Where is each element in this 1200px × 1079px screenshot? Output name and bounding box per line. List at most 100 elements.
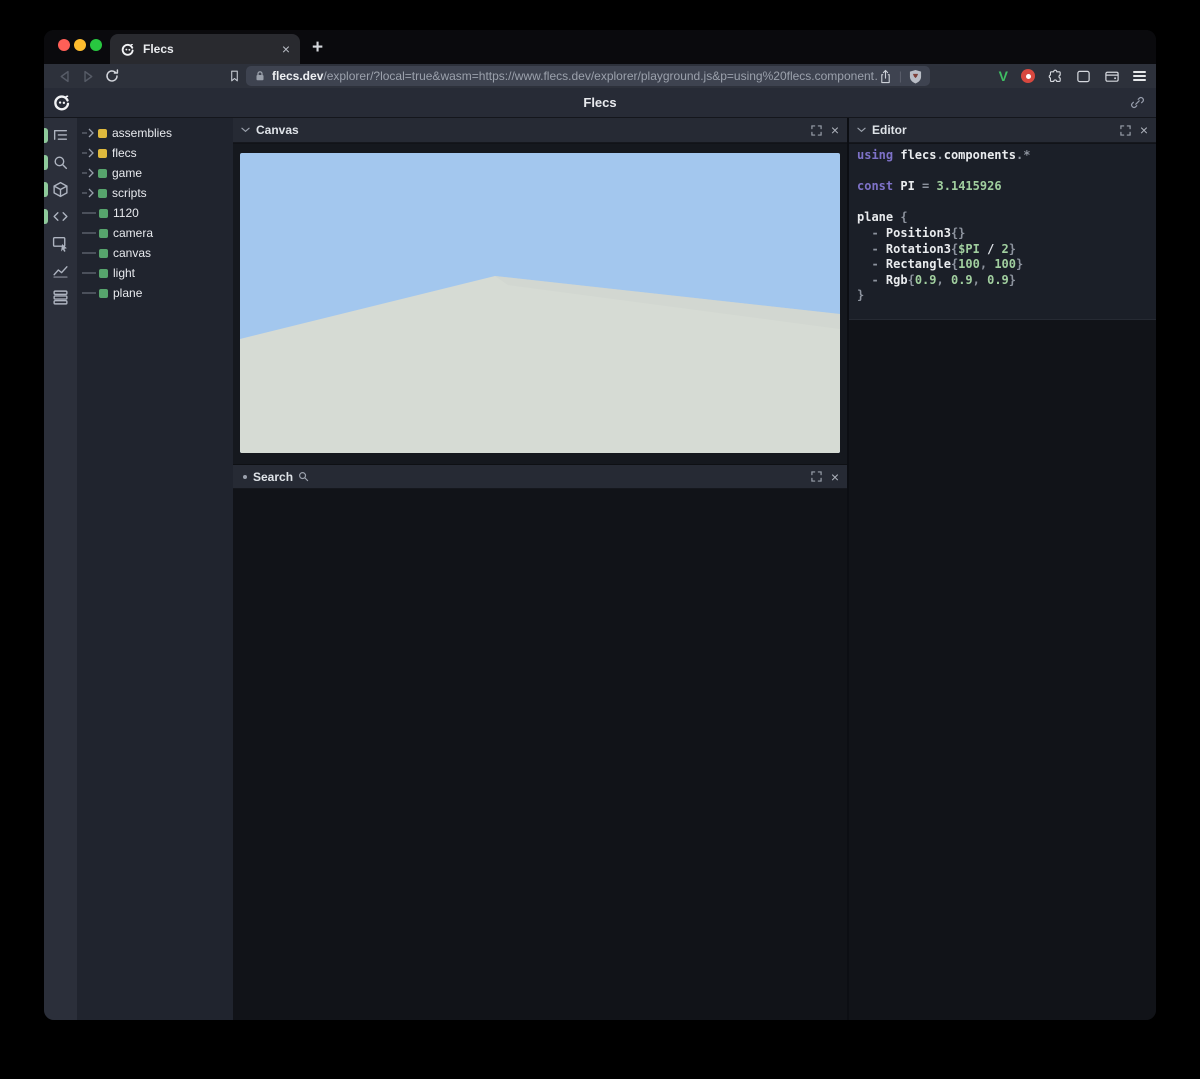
close-icon[interactable]: × [1140,123,1148,137]
active-panel-indicator [44,128,48,143]
tree-guide-line [82,132,87,134]
extensions-puzzle-icon[interactable] [1048,69,1063,84]
fullscreen-icon[interactable] [1120,125,1131,136]
tree-item-label: flecs [112,146,137,160]
rail-chart-button[interactable] [44,257,77,284]
canvas-3d-scene[interactable] [240,153,840,453]
expand-arrow-icon[interactable] [88,168,94,178]
window-zoom-button[interactable] [90,39,102,51]
stack-icon [52,289,69,306]
tree-item-label: assemblies [112,126,172,140]
flecs-favicon [120,42,135,57]
fullscreen-icon[interactable] [811,471,822,482]
code-line: - Position3{} [857,226,1156,242]
tree-item-label: scripts [112,186,147,200]
entity-color-square [98,189,107,198]
tree-item-label: plane [113,286,142,300]
rail-tree-button[interactable] [44,122,77,149]
tree-item-assemblies[interactable]: assemblies [77,123,233,143]
tree-item-camera[interactable]: camera [77,223,233,243]
rail-search-button[interactable] [44,149,77,176]
close-icon[interactable]: × [831,123,839,137]
lock-icon [254,70,266,82]
entity-color-square [99,269,108,278]
browser-window: Flecs × + flecs.dev /explorer/?local=tru… [44,30,1156,1020]
code-line [857,164,1156,180]
chart-icon [52,262,69,279]
app-header: Flecs [44,88,1156,118]
code-line: const PI = 3.1415926 [857,179,1156,195]
tree-guide-line [82,212,96,214]
extension-red-icon[interactable] [1021,69,1035,83]
tree-item-canvas[interactable]: canvas [77,243,233,263]
active-panel-indicator [44,155,48,170]
window-minimize-button[interactable] [74,39,86,51]
cube-icon [52,181,69,198]
fullscreen-icon[interactable] [811,125,822,136]
tree-item-label: game [112,166,142,180]
code-line [857,195,1156,211]
editor-panel-header[interactable]: Editor × [849,118,1156,143]
tree-item-game[interactable]: game [77,163,233,183]
url-domain: flecs.dev [272,69,323,83]
rail-inspect-button[interactable] [44,230,77,257]
inspect-icon [52,235,69,252]
canvas-panel-header[interactable]: Canvas × [233,118,847,143]
rail-code-button[interactable] [44,203,77,230]
browser-tab-flecs[interactable]: Flecs × [110,34,300,64]
share-link-icon[interactable] [1130,95,1145,110]
bookmark-icon[interactable] [226,68,242,84]
window-close-button[interactable] [58,39,70,51]
back-button[interactable] [56,68,72,84]
entity-color-square [98,149,107,158]
search-collapsed-dot[interactable] [243,475,247,479]
forward-button[interactable] [80,68,96,84]
rail-cube-button[interactable] [44,176,77,203]
expand-arrow-icon[interactable] [88,128,94,138]
browser-menu-icon[interactable] [1133,69,1146,83]
url-bar[interactable]: flecs.dev /explorer/?local=true&wasm=htt… [246,66,930,86]
wallet-icon[interactable] [1104,69,1120,84]
tree-item-1120[interactable]: 1120 [77,203,233,223]
tab-close-icon[interactable]: × [282,42,290,56]
code-line: - Rotation3{$PI / 2} [857,242,1156,258]
active-panel-indicator [44,182,48,197]
entity-color-square [99,289,108,298]
tree-guide-line [82,152,87,154]
tree-guide-line [82,192,87,194]
url-path: /explorer/?local=true&wasm=https://www.f… [323,69,879,83]
tree-item-plane[interactable]: plane [77,283,233,303]
left-rail [44,118,77,1020]
tree-guide-line [82,272,96,274]
canvas-panel-title: Canvas [256,123,299,137]
chevron-down-icon[interactable] [857,127,866,133]
search-panel-header[interactable]: Search × [233,464,847,489]
rail-stack-button[interactable] [44,284,77,311]
close-icon[interactable]: × [831,470,839,484]
editor-panel-title: Editor [872,123,907,137]
canvas-panel-body [233,144,847,464]
code-line: } [857,288,1156,304]
brave-shield-icon[interactable] [909,69,922,84]
search-icon [298,471,309,482]
tree-icon [52,127,69,144]
entity-color-square [98,129,107,138]
tree-item-light[interactable]: light [77,263,233,283]
tree-item-label: 1120 [113,206,139,220]
code-line: - Rectangle{100, 100} [857,257,1156,273]
expand-arrow-icon[interactable] [88,188,94,198]
code-line: - Rgb{0.9, 0.9, 0.9} [857,273,1156,289]
chevron-down-icon[interactable] [241,127,250,133]
entity-color-square [98,169,107,178]
share-icon[interactable] [879,69,892,84]
tree-item-scripts[interactable]: scripts [77,183,233,203]
search-panel-title: Search [253,470,293,484]
expand-arrow-icon[interactable] [88,148,94,158]
extension-v-icon[interactable]: V [999,68,1008,84]
new-tab-button[interactable]: + [312,37,323,59]
sidebar-toggle-icon[interactable] [1076,69,1091,84]
tree-item-flecs[interactable]: flecs [77,143,233,163]
tree-guide-line [82,232,96,234]
reload-button[interactable] [104,68,120,84]
code-editor[interactable]: using flecs.components.* const PI = 3.14… [849,144,1156,320]
